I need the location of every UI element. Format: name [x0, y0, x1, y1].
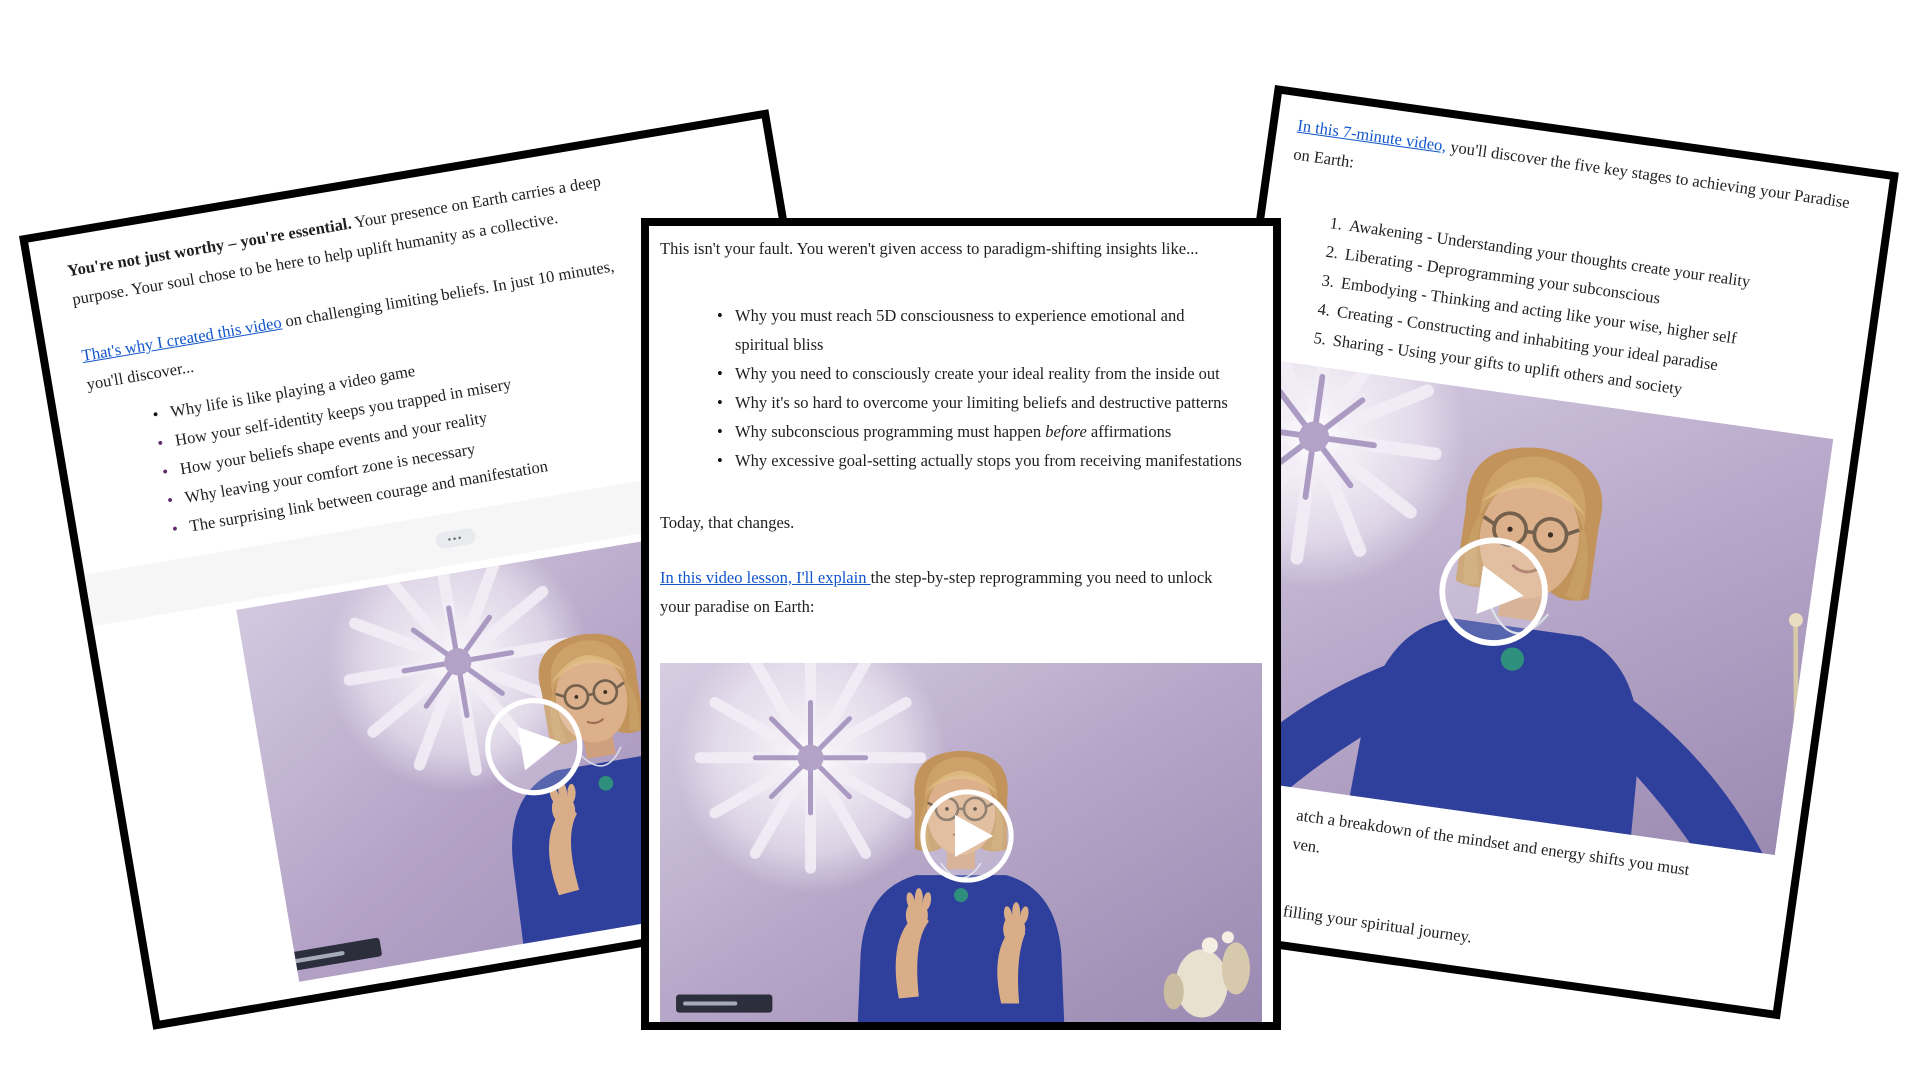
- play-button-icon[interactable]: [923, 792, 1011, 880]
- today-changes-paragraph: Today, that changes.: [660, 508, 1262, 537]
- video-still-image: [1206, 359, 1833, 855]
- video-thumbnail[interactable]: [660, 663, 1262, 1023]
- lesson-link-paragraph-line1: In this video lesson, I'll explain the s…: [660, 563, 1262, 592]
- list-item: Why excessive goal-setting actually stop…: [735, 446, 1262, 475]
- list-item: Why you need to consciously create your …: [735, 359, 1262, 388]
- video-thumbnail[interactable]: [1206, 359, 1833, 855]
- fault-paragraph: This isn't your fault. You weren't given…: [660, 234, 1262, 263]
- insights-bullet-list: Why you must reach 5D consciousness to e…: [660, 301, 1262, 475]
- list-item: Why subconscious programming must happen…: [735, 417, 1262, 446]
- list-item: Why you must reach 5D consciousness to e…: [735, 301, 1262, 359]
- lesson-link-paragraph-line2: your paradise on Earth:: [660, 592, 1262, 621]
- video-lesson-link[interactable]: In this video lesson, I'll explain: [660, 568, 871, 587]
- email-page-center: This isn't your fault. You weren't given…: [641, 218, 1281, 1030]
- video-still-image: [660, 663, 1262, 1023]
- video-name-tag: [676, 995, 772, 1013]
- show-trimmed-content-button[interactable]: •••: [435, 527, 477, 549]
- list-item: Why it's so hard to overcome your limiti…: [735, 388, 1262, 417]
- page-background: { "colors": { "link": "#1155cc", "text":…: [0, 0, 1920, 1080]
